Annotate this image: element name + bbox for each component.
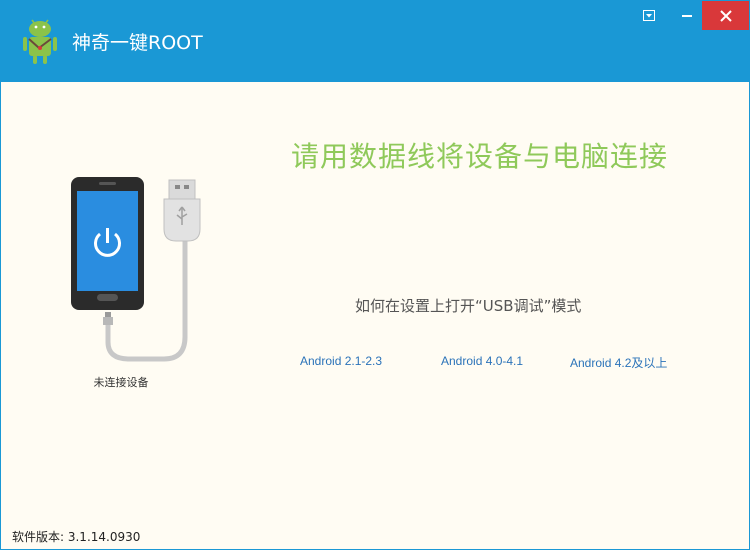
minimize-button[interactable]: [673, 1, 701, 30]
dropdown-icon: [643, 10, 655, 21]
close-button[interactable]: [702, 1, 749, 30]
android-logo-icon: [23, 19, 57, 64]
close-icon: [719, 9, 732, 22]
software-version-label: 软件版本: 3.1.14.0930: [12, 530, 141, 544]
usb-debug-instruction: 如何在设置上打开“USB调试”模式: [355, 297, 582, 315]
app-window: 神奇一键ROOT 未连接设备 请用数据线将设备与电脑连接 如何在设置上打开“US…: [0, 0, 750, 550]
android-4-0-link[interactable]: Android 4.0-4.1: [441, 354, 523, 368]
minimize-icon: [682, 14, 692, 17]
menu-button[interactable]: [637, 1, 661, 30]
connect-instruction-heading: 请用数据线将设备与电脑连接: [291, 140, 669, 173]
device-status-label: 未连接设备: [93, 376, 149, 389]
android-2-1-link[interactable]: Android 2.1-2.3: [300, 354, 382, 368]
app-title: 神奇一键ROOT: [72, 32, 203, 54]
title-bar[interactable]: 神奇一键ROOT: [1, 1, 749, 82]
phone-usb-illustration: [71, 177, 201, 362]
android-4-2-link[interactable]: Android 4.2及以上: [570, 354, 667, 371]
main-panel: 未连接设备 请用数据线将设备与电脑连接 如何在设置上打开“USB调试”模式 An…: [1, 82, 749, 549]
